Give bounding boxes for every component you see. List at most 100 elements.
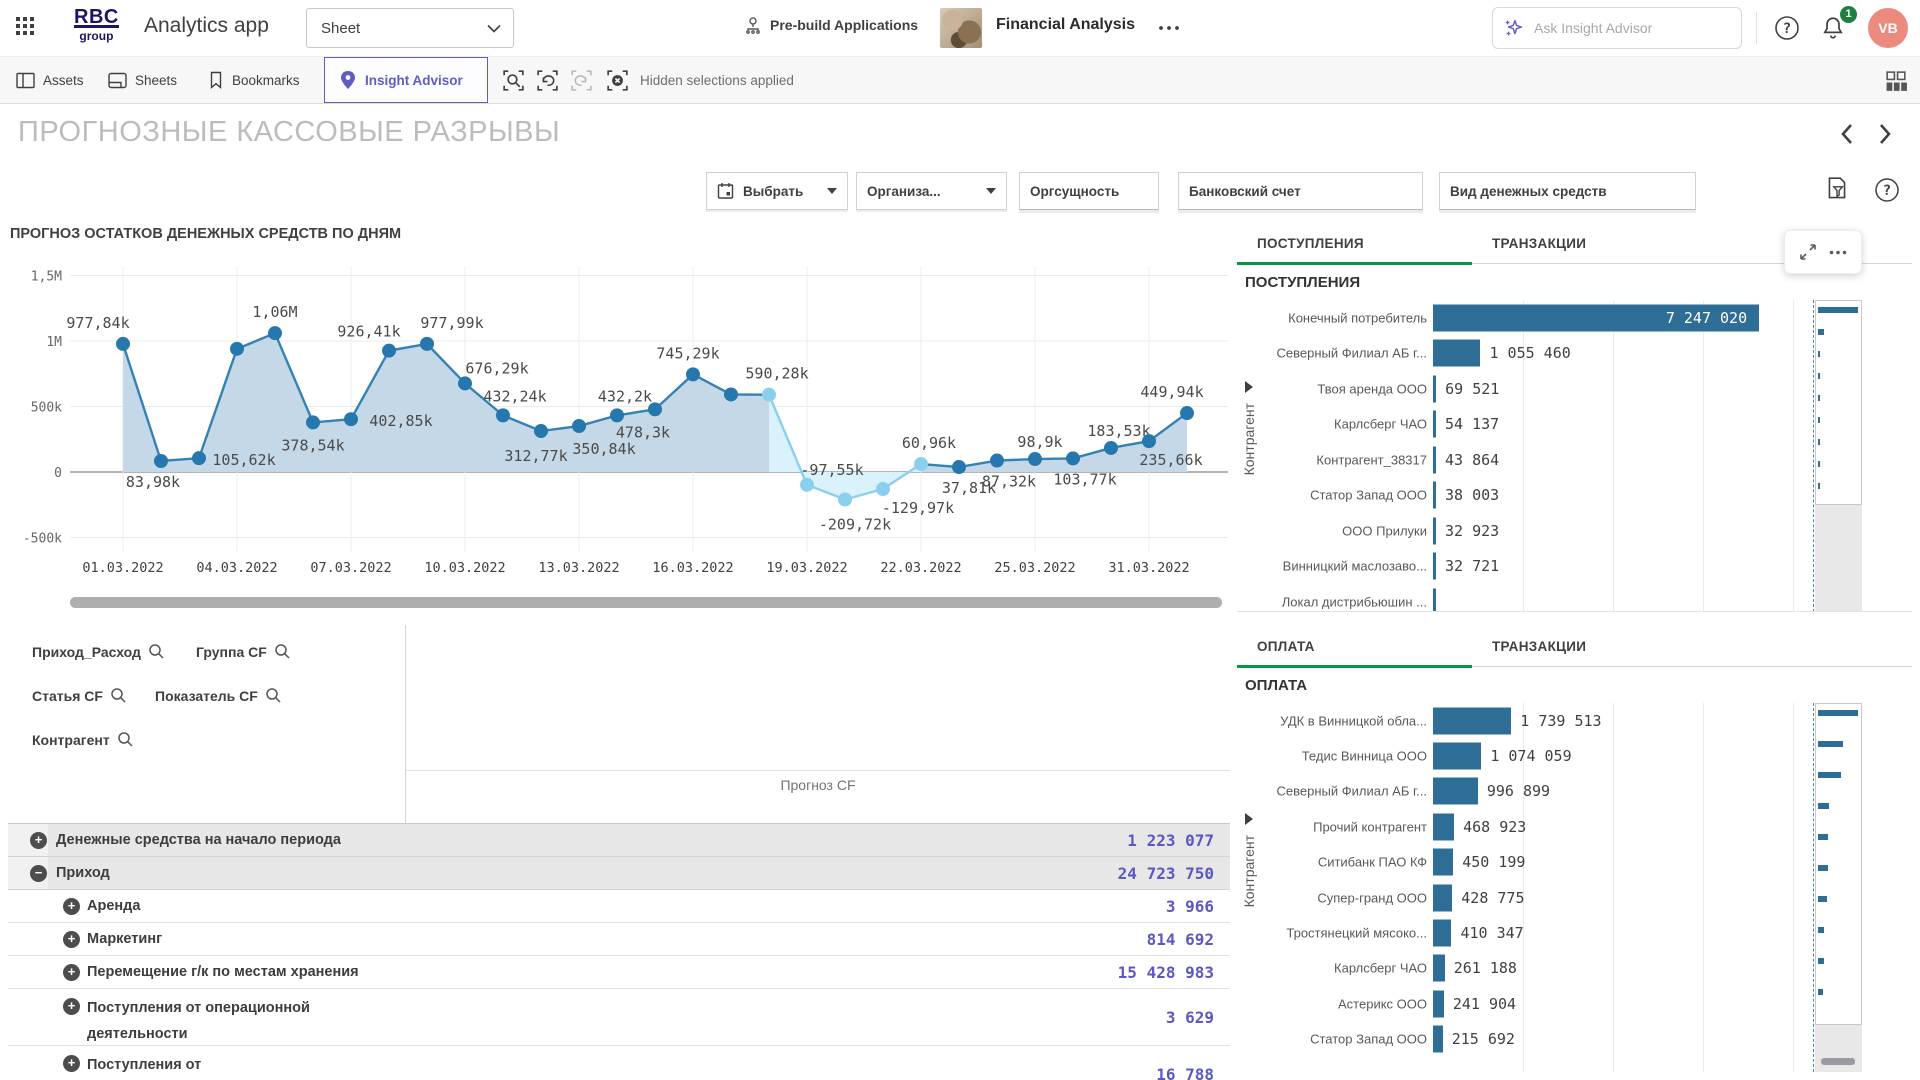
pivot-row[interactable]: +Маркетинг814 692 (8, 923, 1230, 956)
prev-sheet-arrow[interactable] (1838, 122, 1856, 151)
bar[interactable] (1433, 1026, 1443, 1053)
data-point[interactable] (572, 419, 586, 433)
data-point[interactable] (724, 387, 738, 401)
toolbar-item-bookmarks[interactable]: Bookmarks (208, 57, 300, 103)
bar-row[interactable]: Тростянецкий мясоко...410 347 (1237, 915, 1812, 950)
sheet-grid-icon[interactable] (1884, 69, 1911, 96)
bar[interactable] (1433, 813, 1454, 840)
search-selections-icon[interactable] (500, 67, 527, 94)
sheet-selector[interactable]: Sheet (306, 8, 514, 48)
data-point[interactable] (610, 408, 624, 422)
expand-row-icon[interactable]: + (63, 931, 80, 948)
data-point[interactable] (1180, 406, 1194, 420)
data-point[interactable] (496, 408, 510, 422)
help-icon[interactable]: ? (1874, 177, 1900, 208)
bar[interactable] (1433, 340, 1480, 367)
bar[interactable] (1433, 884, 1452, 911)
app-thumbnail[interactable] (940, 8, 982, 48)
data-point[interactable] (686, 367, 700, 381)
bar-row[interactable]: Ситибанк ПАО КФ450 199 (1237, 845, 1812, 880)
bar-row[interactable]: УДК в Винницкой обла...1 739 513 (1237, 703, 1812, 738)
bar-row[interactable]: Тедис Винница ООО1 074 059 (1237, 738, 1812, 773)
data-point[interactable] (1104, 441, 1118, 455)
bar[interactable] (1433, 920, 1451, 947)
chart-minimap[interactable] (1813, 300, 1862, 612)
data-point[interactable] (1142, 434, 1156, 448)
bar-row[interactable]: Прочий контрагент468 923 (1237, 809, 1812, 844)
bar-row[interactable]: Локал дистрибьюшин ... (1237, 584, 1812, 612)
bar-row[interactable]: ООО Прилуки32 923 (1237, 513, 1812, 549)
pivot-field-statya-cf[interactable]: Статья CF (32, 687, 127, 704)
pivot-row[interactable]: −Приход24 723 750 (8, 857, 1230, 890)
pivot-field-kontragent[interactable]: Контрагент (32, 731, 134, 748)
bar-row[interactable]: Астерикс ООО241 904 (1237, 986, 1812, 1021)
bar[interactable] (1433, 411, 1436, 438)
pivot-field-gruppa-cf[interactable]: Группа CF (196, 643, 291, 660)
data-point[interactable] (838, 492, 852, 506)
data-point[interactable] (154, 454, 168, 468)
toolbar-item-sheets[interactable]: Sheets (108, 57, 177, 103)
data-point[interactable] (192, 451, 206, 465)
expand-row-icon[interactable]: + (63, 898, 80, 915)
pivot-row[interactable]: +Поступления от предоставления услуг16 7… (8, 1046, 1230, 1080)
data-point[interactable] (420, 337, 434, 351)
bar-row[interactable]: Конечный потребитель7 247 020 (1237, 300, 1812, 336)
line-chart-plot[interactable]: 1,5M1M500k0-500k01.03.202204.03.202207.0… (8, 260, 1230, 590)
search-input[interactable] (1534, 20, 1714, 36)
expand-dimension-icon[interactable] (1245, 813, 1253, 825)
pivot-field-pokazatel-cf[interactable]: Показатель CF (155, 687, 282, 704)
bar-row[interactable]: Твоя аренда ООО69 521 (1237, 371, 1812, 407)
listbox-org-entity[interactable]: Оргсущность (1019, 172, 1159, 210)
bar[interactable] (1433, 955, 1445, 982)
prebuild-applications-link[interactable]: Pre-build Applications (744, 16, 918, 34)
data-point[interactable] (648, 402, 662, 416)
expand-row-icon[interactable]: + (30, 832, 47, 849)
data-point[interactable] (914, 457, 928, 471)
bar[interactable] (1433, 446, 1436, 473)
bar[interactable] (1433, 588, 1436, 612)
pivot-row[interactable]: +Денежные средства на начало периода1 22… (8, 824, 1230, 857)
bar-row[interactable]: Статор Запад ООО38 003 (1237, 478, 1812, 514)
data-point[interactable] (534, 424, 548, 438)
toolbar-item-assets[interactable]: Assets (16, 57, 84, 103)
organization-filter-button[interactable]: Организа... (856, 172, 1007, 210)
bar[interactable] (1433, 849, 1453, 876)
data-point[interactable] (382, 344, 396, 358)
data-point[interactable] (952, 460, 966, 474)
selections-tool-icon[interactable] (1824, 176, 1850, 209)
insight-advisor-search[interactable] (1492, 7, 1742, 49)
bar[interactable] (1433, 743, 1481, 770)
app-launcher-icon[interactable] (16, 17, 38, 39)
bar[interactable] (1433, 707, 1511, 734)
redo-selection-icon[interactable] (568, 67, 595, 94)
bar[interactable] (1433, 990, 1444, 1017)
data-point[interactable] (458, 376, 472, 390)
listbox-cash-type[interactable]: Вид денежных средств (1439, 172, 1696, 210)
data-point[interactable] (1066, 451, 1080, 465)
expand-row-icon[interactable]: + (63, 1055, 80, 1072)
data-point[interactable] (306, 415, 320, 429)
data-point[interactable] (762, 388, 776, 402)
horizontal-scrollbar[interactable] (70, 597, 1222, 608)
help-icon[interactable]: ? (1774, 15, 1800, 46)
pivot-field-prihod-rashod[interactable]: Приход_Расход (32, 643, 165, 660)
next-sheet-arrow[interactable] (1876, 122, 1894, 151)
bar-row[interactable]: Статор Запад ООО215 692 (1237, 1022, 1812, 1057)
bar[interactable] (1433, 778, 1478, 805)
bar[interactable] (1433, 553, 1436, 580)
date-filter-button[interactable]: Выбрать (706, 172, 848, 210)
bar-row[interactable]: Карлсберг ЧАО261 188 (1237, 951, 1812, 986)
data-point[interactable] (116, 337, 130, 351)
clear-selections-icon[interactable] (604, 67, 631, 94)
bar[interactable] (1433, 517, 1436, 544)
bar-row[interactable]: Винницкий маслозаво...32 721 (1237, 549, 1812, 585)
pivot-row[interactable]: +Аренда3 966 (8, 890, 1230, 923)
bar[interactable] (1433, 375, 1436, 402)
bar-row[interactable]: Контрагент_3831743 864 (1237, 442, 1812, 478)
chart-minimap[interactable] (1813, 703, 1862, 1072)
bar-row[interactable]: Супер-гранд ООО428 775 (1237, 880, 1812, 915)
avatar[interactable]: VB (1868, 8, 1908, 48)
toolbar-item-insight-advisor[interactable]: Insight Advisor (324, 57, 488, 103)
data-point[interactable] (990, 454, 1004, 468)
more-menu-icon[interactable] (1158, 18, 1180, 36)
